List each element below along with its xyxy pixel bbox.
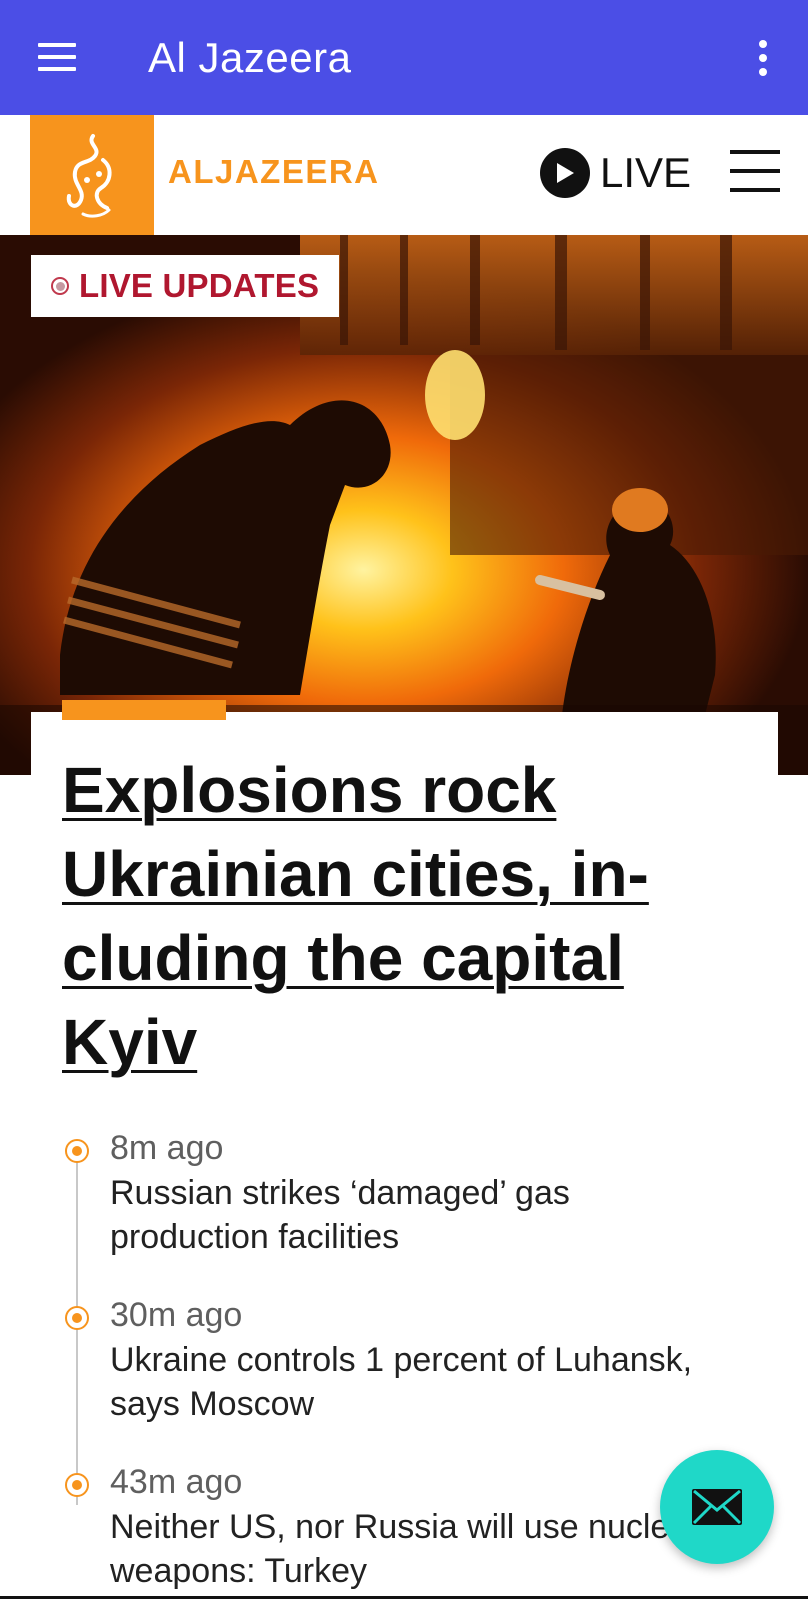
site-header: ALJAZEERA LIVE (0, 115, 808, 235)
timeline-item[interactable]: 8m ago Russian strikes ‘damaged’ gas pro… (60, 1125, 700, 1259)
more-vert-icon (759, 40, 767, 48)
mail-icon (692, 1489, 742, 1525)
article-card: Explosions rock Ukrainian cities, in-clu… (31, 700, 778, 1078)
app-bar: Al Jazeera (0, 0, 808, 115)
logo-wordmark[interactable]: ALJAZEERA (168, 153, 380, 191)
article-headline[interactable]: Explosions rock Ukrainian cities, in-clu… (62, 748, 722, 1084)
timeline-text: Russian strikes ‘damaged’ gas production… (110, 1174, 570, 1256)
mail-fab-button[interactable] (660, 1450, 774, 1564)
timeline-dot-icon (65, 1306, 89, 1330)
menu-icon (730, 150, 780, 154)
timeline-text: Ukraine controls 1 percent of Luhansk, s… (110, 1341, 693, 1423)
live-button[interactable]: LIVE (540, 145, 691, 201)
hero-image[interactable]: LIVE UPDATES (0, 235, 808, 775)
live-timeline: 8m ago Russian strikes ‘damaged’ gas pro… (60, 1125, 700, 1599)
timeline-item[interactable]: 30m ago Ukraine controls 1 percent of Lu… (60, 1292, 700, 1426)
timeline-text: Neither US, nor Russia will use nuclear … (110, 1508, 700, 1590)
live-dot-icon (51, 277, 69, 295)
live-label: LIVE (600, 149, 692, 196)
timeline-dot-icon (65, 1139, 89, 1163)
timeline-time: 43m ago (110, 1463, 243, 1501)
logo-calligraphy-icon (66, 134, 112, 218)
timeline-dot-icon (65, 1473, 89, 1497)
nav-drawer-button[interactable] (28, 32, 88, 82)
hamburger-icon (38, 43, 76, 47)
accent-bar (62, 700, 226, 720)
app-title: Al Jazeera (148, 34, 352, 81)
more-options-button[interactable] (748, 36, 778, 80)
timeline-time: 30m ago (110, 1296, 243, 1334)
site-menu-button[interactable] (730, 150, 780, 192)
live-updates-badge: LIVE UPDATES (31, 255, 340, 317)
timeline-item[interactable]: 43m ago Neither US, nor Russia will use … (60, 1459, 700, 1593)
live-updates-label: LIVE UPDATES (79, 267, 320, 304)
play-icon (540, 148, 590, 198)
timeline-time: 8m ago (110, 1129, 224, 1167)
aljazeera-logo[interactable] (30, 115, 154, 235)
